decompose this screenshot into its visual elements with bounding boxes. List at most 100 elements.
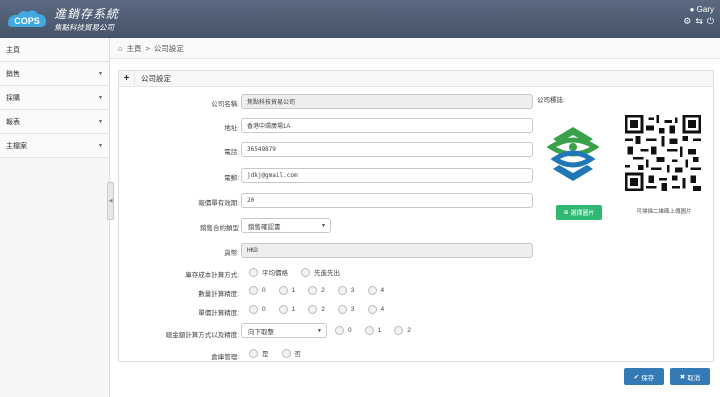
warehouse-option[interactable]: 否 (281, 348, 301, 358)
quote-validity-label: 報價單有效期: (198, 200, 239, 207)
price-precision-radio-group: 0 1 2 3 4 (249, 305, 397, 314)
radio-icon[interactable] (249, 286, 258, 295)
contract-type-label: 銷售合約類型 (200, 225, 239, 232)
company-name-label: 公司名稱: (211, 101, 239, 108)
radio-icon[interactable] (367, 305, 377, 314)
amount-method-label: 總金額計算方式以及精度: (165, 332, 239, 339)
chevron-down-icon: ▼ (317, 327, 322, 334)
panel-title: 公司設定 (141, 74, 171, 83)
radio-label: 3 (350, 306, 355, 313)
radio-icon[interactable] (278, 305, 288, 314)
radio-icon[interactable] (308, 286, 318, 295)
radio-icon[interactable] (337, 305, 347, 314)
amount-precision-radio-group: 0 1 2 (335, 326, 424, 335)
radio-label: 0 (262, 306, 266, 313)
save-button[interactable]: ✔ 保存 (624, 368, 664, 385)
radio-icon[interactable] (394, 326, 404, 335)
amount-method-select[interactable]: 向下取整 ▼ (241, 323, 327, 338)
cost-method-option[interactable]: 平均價格 (249, 267, 288, 277)
plus-circle-icon: ⊕ (563, 210, 569, 216)
qty-precision-label: 數量計算精度: (198, 291, 239, 298)
user-name: Gary (696, 5, 714, 14)
breadcrumb-separator: > (145, 43, 150, 53)
price-precision-option[interactable]: 3 (337, 305, 355, 314)
contract-type-select[interactable]: 銷售確認書 ▼ (241, 218, 331, 233)
sidebar-item-sales[interactable]: 銷售 ▼ (0, 62, 109, 86)
breadcrumb-home[interactable]: 主頁 (127, 43, 142, 54)
select-image-button[interactable]: ⊕ 選擇圖片 (556, 205, 602, 220)
radio-icon[interactable] (278, 286, 288, 295)
email-label: 電郵: (224, 175, 239, 182)
price-precision-option[interactable]: 1 (278, 305, 296, 314)
price-precision-label: 單價計算精度: (198, 310, 239, 317)
radio-icon[interactable] (249, 348, 258, 358)
top-bar: COPS 進銷存系統 焦點科技貿易公司 ● Gary ⚙ ⇆ ⏻ (0, 0, 720, 38)
gear-icon[interactable]: ⚙ (683, 17, 691, 26)
cost-method-radio-group: 平均價格 先進先出 (249, 267, 353, 277)
sidebar-collapse-handle[interactable]: ◀ (107, 182, 114, 220)
contract-type-value: 銷售確認書 (248, 223, 281, 231)
amount-precision-option[interactable]: 2 (394, 326, 411, 335)
quote-validity-field[interactable]: 20 (241, 193, 533, 208)
company-logo-label: 公司標誌: (537, 97, 565, 104)
radio-label: 先進先出 (314, 270, 340, 277)
expand-icon[interactable]: + (119, 71, 135, 86)
select-image-label: 選擇圖片 (570, 211, 595, 217)
qty-precision-option[interactable]: 3 (337, 286, 355, 295)
sidebar-item-label: 採購 (6, 94, 20, 102)
sidebar-item-label: 主檔案 (6, 142, 27, 150)
warehouse-option[interactable]: 是 (249, 348, 269, 358)
radio-icon[interactable] (281, 348, 291, 358)
company-name-field[interactable]: 焦點科技貿易公司 (241, 94, 533, 109)
radio-label: 2 (321, 287, 325, 294)
power-icon[interactable]: ⏻ (707, 17, 714, 26)
price-precision-option[interactable]: 0 (249, 305, 266, 314)
radio-label: 4 (380, 306, 385, 313)
radio-label: 2 (407, 327, 411, 334)
radio-icon[interactable] (364, 326, 374, 335)
address-field[interactable]: 香港中環廣場1A (241, 118, 533, 133)
sidebar-item-home[interactable]: 主頁 (0, 38, 109, 62)
price-precision-option[interactable]: 2 (308, 305, 325, 314)
qty-precision-option[interactable]: 4 (367, 286, 385, 295)
qty-precision-option[interactable]: 0 (249, 286, 266, 295)
amount-precision-option[interactable]: 0 (335, 326, 352, 335)
radio-icon[interactable] (249, 305, 258, 314)
qty-precision-option[interactable]: 2 (308, 286, 325, 295)
radio-icon[interactable] (301, 267, 310, 277)
cost-method-label: 庫存成本計算方式: (185, 272, 239, 279)
sidebar-item-purchase[interactable]: 採購 ▼ (0, 86, 109, 110)
radio-icon[interactable] (337, 286, 347, 295)
exchange-icon[interactable]: ⇆ (695, 17, 703, 26)
qty-precision-option[interactable]: 1 (278, 286, 295, 295)
radio-label: 是 (262, 351, 269, 358)
breadcrumb: ⌂ 主頁 > 公司設定 (110, 38, 720, 59)
phone-field[interactable]: 36549879 (241, 142, 533, 157)
email-field[interactable]: jdkj@gmail.com (241, 168, 533, 183)
phone-label: 電話: (224, 149, 239, 156)
user-menu[interactable]: ● Gary ⚙ ⇆ ⏻ (683, 5, 714, 26)
radio-icon[interactable] (308, 305, 318, 314)
currency-field[interactable]: HKD (241, 243, 533, 258)
qr-caption: 可掃描二維碼上傳圖片 (636, 209, 692, 215)
cost-method-option[interactable]: 先進先出 (301, 267, 340, 277)
radio-label: 2 (321, 306, 325, 313)
radio-icon[interactable] (335, 326, 344, 335)
radio-icon[interactable] (249, 267, 258, 277)
user-icon: ● (689, 5, 695, 14)
amount-precision-option[interactable]: 1 (364, 326, 381, 335)
amount-method-value: 向下取整 (248, 328, 274, 336)
cancel-button[interactable]: ✖ 取消 (670, 368, 710, 385)
price-precision-option[interactable]: 4 (367, 305, 385, 314)
caret-down-icon: ▼ (98, 142, 103, 149)
sidebar-item-reports[interactable]: 報表 ▼ (0, 110, 109, 134)
sidebar-item-master-files[interactable]: 主檔案 ▼ (0, 134, 109, 158)
address-label: 地址: (224, 125, 239, 132)
radio-label: 1 (291, 306, 296, 313)
radio-label: 4 (380, 287, 385, 294)
home-icon[interactable]: ⌂ (118, 44, 123, 53)
radio-label: 3 (350, 287, 355, 294)
caret-down-icon: ▼ (98, 94, 103, 101)
sidebar-item-label: 銷售 (6, 70, 20, 78)
radio-icon[interactable] (367, 286, 377, 295)
